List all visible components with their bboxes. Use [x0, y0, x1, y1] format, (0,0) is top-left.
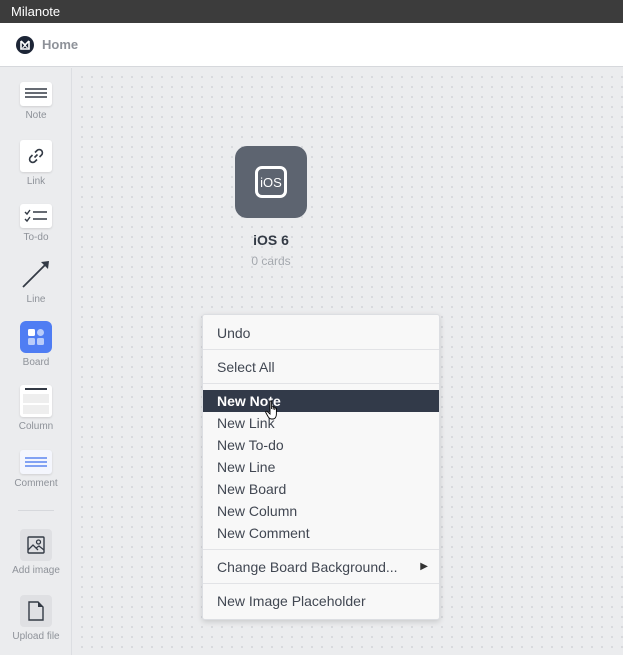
menu-separator	[203, 583, 439, 584]
tool-todo[interactable]: To-do	[0, 204, 72, 243]
menu-item-new-column[interactable]: New Column	[203, 500, 439, 522]
tool-label: Comment	[14, 478, 58, 489]
breadcrumb-home[interactable]: Home	[42, 37, 78, 52]
menu-separator	[203, 383, 439, 384]
window-titlebar: Milanote	[0, 0, 623, 23]
milanote-logo-icon[interactable]	[16, 35, 34, 54]
tool-board[interactable]: Board	[0, 321, 72, 368]
tool-label: Link	[26, 176, 46, 187]
menu-item-new-comment[interactable]: New Comment	[203, 522, 439, 544]
note-icon	[20, 82, 52, 106]
menu-item-label: Change Board Background...	[217, 559, 398, 575]
submenu-arrow-icon: ▶	[420, 561, 428, 572]
menu-item-undo[interactable]: Undo	[203, 322, 439, 344]
tool-column[interactable]: Column	[0, 385, 72, 432]
board-title[interactable]: iOS 6	[211, 232, 331, 248]
menu-separator	[203, 549, 439, 550]
tool-label: Column	[18, 421, 54, 432]
tool-note[interactable]: Note	[0, 82, 72, 121]
tool-label: Line	[26, 294, 46, 305]
board-card-ios6[interactable]: iOS	[235, 146, 307, 218]
ios-icon-text: iOS	[260, 174, 282, 190]
menu-item-select-all[interactable]: Select All	[203, 356, 439, 378]
toolbar-sidebar: Note Link To-do Line Board Column Commen…	[0, 68, 72, 655]
menu-item-change-background[interactable]: Change Board Background... ▶	[203, 556, 439, 578]
top-header: Home	[0, 23, 623, 67]
sidebar-divider	[18, 510, 54, 511]
menu-item-new-line[interactable]: New Line	[203, 456, 439, 478]
link-icon	[20, 140, 52, 172]
tool-label: Note	[25, 110, 47, 121]
tool-label: Upload file	[12, 631, 60, 642]
tool-add-image[interactable]: Add image	[0, 529, 72, 576]
menu-separator	[203, 349, 439, 350]
image-icon	[20, 529, 52, 561]
file-icon	[20, 595, 52, 627]
context-menu: Undo Select All New Note New Link New To…	[202, 314, 440, 620]
menu-item-new-note[interactable]: New Note	[203, 390, 439, 412]
menu-item-new-link[interactable]: New Link	[203, 412, 439, 434]
line-arrow-icon	[20, 258, 52, 290]
window-title: Milanote	[11, 4, 61, 19]
tool-line[interactable]: Line	[0, 258, 72, 305]
board-card-count: 0 cards	[251, 254, 291, 268]
tool-label: Board	[22, 357, 50, 368]
tool-comment[interactable]: Comment	[0, 450, 72, 489]
menu-item-new-image-placeholder[interactable]: New Image Placeholder	[203, 590, 439, 612]
tool-label: To-do	[23, 232, 49, 243]
column-icon	[20, 385, 52, 417]
board-icon	[20, 321, 52, 353]
menu-item-new-board[interactable]: New Board	[203, 478, 439, 500]
tool-label: Add image	[12, 565, 60, 576]
todo-icon	[20, 204, 52, 228]
menu-item-new-todo[interactable]: New To-do	[203, 434, 439, 456]
ios-icon: iOS	[255, 166, 287, 198]
comment-icon	[20, 450, 52, 474]
hand-pointer-cursor-icon	[265, 400, 281, 427]
tool-upload-file[interactable]: Upload file	[0, 595, 72, 642]
tool-link[interactable]: Link	[0, 140, 72, 187]
